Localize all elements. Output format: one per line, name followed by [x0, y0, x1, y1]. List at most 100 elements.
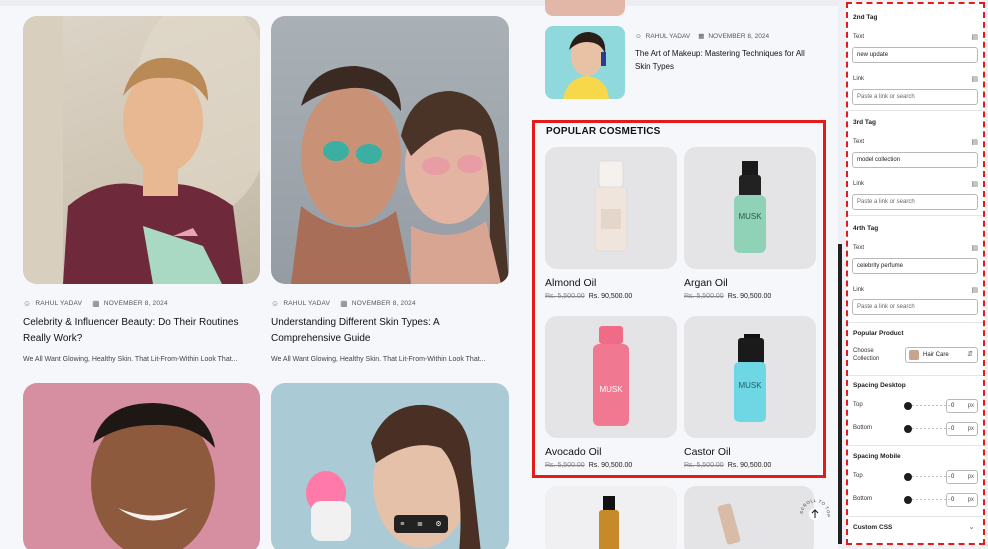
post-title-1[interactable]: Celebrity & Influencer Beauty: Do Their …: [23, 315, 243, 347]
side-post-author[interactable]: RAHUL YADAV: [646, 33, 691, 40]
floating-toolbar: ≡ ≣ ⚙: [394, 515, 448, 533]
tag3-link-field[interactable]: Paste a link or search: [852, 194, 978, 210]
product-name[interactable]: Argan Oil: [684, 277, 728, 289]
desktop-top-input[interactable]: 0 px: [946, 399, 978, 413]
product-image[interactable]: [545, 147, 677, 269]
side-post-title[interactable]: The Art of Makeup: Mastering Techniques …: [635, 47, 805, 73]
side-post-image[interactable]: [545, 26, 625, 99]
product-name[interactable]: Avocado Oil: [545, 446, 601, 458]
sale-price: Rs. 90,500.00: [588, 462, 633, 469]
slider-track: [912, 428, 950, 429]
product-price: Rs. 5,500.00 Rs. 90,500.00: [684, 293, 771, 300]
database-icon[interactable]: ▤: [971, 244, 978, 252]
post-image-2[interactable]: [271, 16, 509, 284]
product-card[interactable]: MUSK Avocado Oil Rs. 5,500.00 Rs. 90,500.…: [545, 316, 677, 469]
product-image[interactable]: MUSK: [684, 147, 816, 269]
product-name[interactable]: Castor Oil: [684, 446, 731, 458]
almond-oil-bottle: [594, 160, 628, 252]
calendar-icon: ▦: [92, 299, 100, 308]
top-strip: [0, 0, 838, 6]
post-author[interactable]: RAHUL YADAV: [283, 300, 330, 307]
choose-collection-label: Choose Collection: [853, 347, 879, 363]
settings-icon[interactable]: ⚙: [435, 520, 441, 528]
post-excerpt-1: We All Want Glowing, Healthy Skin. That …: [23, 356, 238, 363]
tag2-link-field[interactable]: Paste a link or search: [852, 89, 978, 105]
tag2-heading: 2nd Tag: [853, 14, 878, 21]
database-icon[interactable]: ▤: [971, 33, 978, 41]
tag3-text-field[interactable]: model collection: [852, 152, 978, 168]
chevron-down-icon[interactable]: ⌄: [968, 522, 975, 531]
mobile-top-slider[interactable]: [904, 472, 950, 482]
old-price: Rs. 5,500.00: [684, 293, 724, 300]
post-title-2[interactable]: Understanding Different Skin Types: A Co…: [271, 315, 481, 347]
page-scrollbar[interactable]: [838, 244, 842, 544]
divider: [848, 215, 983, 216]
sale-price: Rs. 90,500.00: [727, 293, 772, 300]
slider-knob[interactable]: [904, 425, 912, 433]
tag4-link-field[interactable]: Paste a link or search: [852, 299, 978, 315]
slider-track: [912, 476, 950, 477]
desktop-top-slider[interactable]: [904, 401, 950, 411]
popular-cosmetics-heading: POPULAR COSMETICS: [546, 126, 661, 137]
database-icon[interactable]: ▤: [971, 75, 978, 83]
mobile-bottom-slider[interactable]: [904, 495, 950, 505]
desktop-bottom-slider[interactable]: [904, 424, 950, 434]
scroll-to-top-button[interactable]: SCROLL TO TOP: [798, 497, 832, 531]
tag2-text-field[interactable]: new update: [852, 47, 978, 63]
post-date: NOVEMBER 8, 2024: [103, 300, 168, 307]
product-image-partial[interactable]: [684, 486, 814, 549]
product-card[interactable]: Almond Oil Rs. 5,500.00 Rs. 90,500.00: [545, 147, 677, 300]
post-excerpt-2: We All Want Glowing, Healthy Skin. That …: [271, 356, 486, 363]
settings-panel: 2nd Tag Text ▤ new update Link ▤ Paste a…: [846, 2, 985, 545]
slider-knob[interactable]: [904, 496, 912, 504]
divider: [848, 375, 983, 376]
side-post-meta: ☺ RAHUL YADAV ▦ NOVEMBER 8, 2024: [635, 32, 769, 41]
side-image-top: [545, 0, 625, 16]
mobile-top-label: Top: [853, 473, 863, 479]
product-card[interactable]: MUSK Castor Oil Rs. 5,500.00 Rs. 90,500.0…: [684, 316, 816, 469]
post-author[interactable]: RAHUL YADAV: [35, 300, 82, 307]
database-icon[interactable]: ▤: [971, 286, 978, 294]
product-image-partial[interactable]: [545, 486, 677, 549]
tag4-link-label: Link: [853, 287, 865, 293]
mobile-bottom-input[interactable]: 0 px: [946, 493, 978, 507]
chevron-updown-icon: ⇵: [967, 351, 973, 358]
divider: [848, 445, 983, 446]
divider: [848, 322, 983, 323]
tag4-text-field[interactable]: celebrity perfume: [852, 258, 978, 274]
page-content: ☺ RAHUL YADAV ▦ NOVEMBER 8, 2024 Celebri…: [0, 0, 838, 549]
custom-css-heading[interactable]: Custom CSS: [853, 524, 892, 531]
post-image-1-art: [23, 16, 260, 284]
spacing-mobile-heading: Spacing Mobile: [853, 453, 901, 460]
list-icon[interactable]: ≡: [400, 521, 404, 528]
divider: [848, 110, 983, 111]
collection-select[interactable]: Hair Care ⇵: [905, 347, 978, 363]
database-icon[interactable]: ▤: [971, 138, 978, 146]
sale-price: Rs. 90,500.00: [727, 462, 772, 469]
database-icon[interactable]: ▤: [971, 180, 978, 188]
choose-label-line2: Collection: [853, 356, 880, 362]
product-image[interactable]: MUSK: [545, 316, 677, 438]
post-image-1[interactable]: [23, 16, 260, 284]
post-image-3[interactable]: [23, 383, 260, 549]
slider-knob[interactable]: [904, 402, 912, 410]
mobile-bottom-label: Bottom: [853, 496, 873, 502]
unit: px: [967, 497, 974, 503]
user-icon: ☺: [23, 299, 32, 308]
post-image-4[interactable]: [271, 383, 509, 549]
desktop-bottom-input[interactable]: 0 px: [946, 422, 978, 436]
product-image[interactable]: MUSK: [684, 316, 816, 438]
bottle-label: MUSK: [738, 212, 762, 221]
divider: [848, 516, 983, 517]
unit: px: [967, 474, 974, 480]
old-price: Rs. 5,500.00: [684, 462, 724, 469]
desktop-top-label: Top: [853, 402, 863, 408]
filter-icon[interactable]: ≣: [417, 520, 423, 528]
product-price: Rs. 5,500.00 Rs. 90,500.00: [545, 293, 632, 300]
product-card[interactable]: MUSK Argan Oil Rs. 5,500.00 Rs. 90,500.00: [684, 147, 816, 300]
collection-selected: Hair Care: [923, 352, 949, 358]
product-name[interactable]: Almond Oil: [545, 277, 596, 289]
slider-knob[interactable]: [904, 473, 912, 481]
castor-oil-bottle: MUSK: [734, 334, 766, 422]
mobile-top-input[interactable]: 0 px: [946, 470, 978, 484]
